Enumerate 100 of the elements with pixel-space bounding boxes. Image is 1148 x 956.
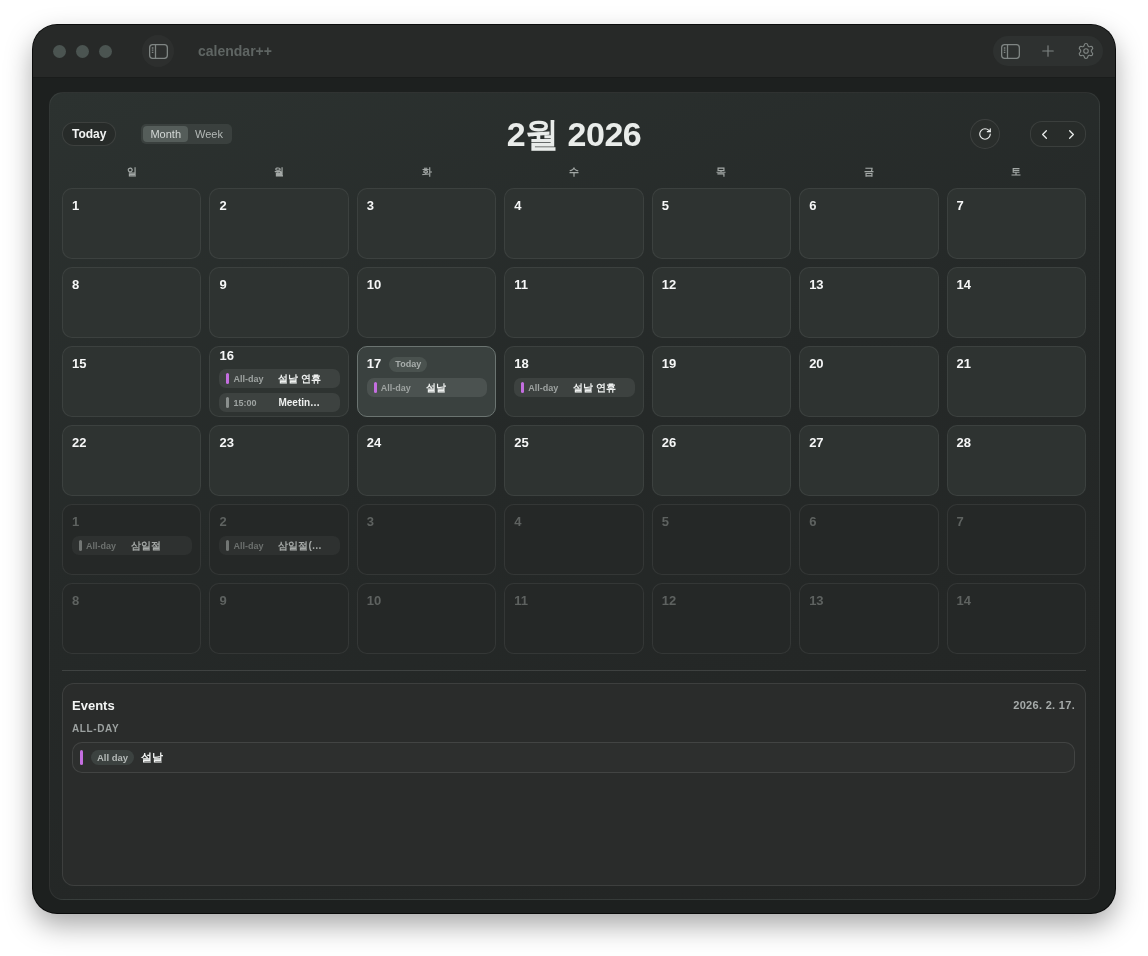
view-tab[interactable]: Week (188, 126, 230, 142)
day-number: 11 (514, 593, 529, 609)
section-heading: ALL-DAY (72, 722, 120, 735)
event-chip[interactable]: 15:00 Meetin… (219, 393, 340, 412)
day-cell[interactable]: 17 Today All-day 설날 (356, 346, 497, 417)
today-button[interactable]: Today (62, 122, 117, 146)
day-number: 8 (72, 277, 80, 293)
weekday-label: 화 (421, 165, 432, 179)
event-time: All-day (380, 382, 412, 393)
day-number: 19 (661, 356, 677, 372)
weekday-label: 목 (716, 165, 727, 179)
plus-icon (1039, 42, 1057, 60)
day-cell[interactable]: 10 (356, 267, 497, 338)
event-row[interactable]: All day 설날 (72, 742, 1075, 773)
weekday-label: 금 (863, 165, 874, 179)
day-number: 14 (956, 277, 972, 293)
day-number: 16 (219, 348, 234, 364)
day-number: 6 (809, 198, 817, 214)
view-tab[interactable]: Month (143, 126, 189, 142)
day-number: 13 (809, 593, 824, 609)
day-cell[interactable]: 18 All-day 설날 연휴 (504, 346, 644, 417)
event-title: 삼일절 (131, 538, 161, 553)
event-chip[interactable]: All-day 설날 연휴 (514, 378, 635, 397)
day-number: 15 (72, 356, 87, 372)
event-time: All-day (528, 382, 560, 393)
day-cell[interactable]: 3 (356, 188, 497, 259)
day-cell[interactable]: 14 (946, 267, 1086, 338)
day-cell[interactable]: 20 (799, 346, 939, 417)
app-title: calendar++ (198, 43, 272, 59)
day-cell[interactable]: 27 (799, 425, 939, 496)
day-cell[interactable]: 1 All-day 삼일절 (62, 504, 202, 575)
day-number: 10 (366, 593, 382, 609)
today-badge: Today (389, 356, 428, 372)
day-number: 21 (956, 356, 972, 372)
day-cell[interactable]: 11 (504, 267, 644, 338)
day-number: 2 (219, 198, 227, 214)
day-number: 11 (514, 277, 529, 293)
day-cell[interactable]: 28 (946, 425, 1086, 496)
day-number: 12 (661, 593, 677, 609)
day-number: 23 (219, 435, 234, 451)
event-title: 설날 연휴 (278, 371, 322, 386)
event-chip[interactable]: All-day 설날 연휴 (219, 369, 340, 388)
day-number: 6 (809, 514, 817, 530)
day-cell[interactable]: 26 (651, 425, 792, 496)
day-cell[interactable]: 8 (62, 267, 202, 338)
day-cell[interactable]: 6 (799, 188, 939, 259)
event-title: Meetin… (278, 397, 321, 408)
event-chip[interactable]: All-day 삼일절(… (219, 536, 340, 555)
day-cell[interactable]: 25 (504, 425, 644, 496)
day-cell[interactable]: 7 (946, 188, 1086, 259)
event-title: 설날 (425, 380, 446, 395)
events-title: Events (72, 697, 115, 713)
day-number: 3 (366, 198, 375, 214)
refresh-icon (978, 127, 992, 141)
day-number: 2 (219, 514, 227, 530)
settings-icon (1077, 42, 1095, 60)
weekday-label: 토 (1011, 165, 1022, 179)
day-number: 1 (72, 198, 80, 214)
day-cell[interactable]: 21 (946, 346, 1086, 417)
event-chip[interactable]: All-day 삼일절 (72, 536, 193, 555)
day-cell[interactable]: 15 (62, 346, 202, 417)
day-cell[interactable]: 1 (62, 188, 202, 259)
day-cell[interactable]: 23 (209, 425, 349, 496)
event-chip[interactable]: All-day 설날 (366, 378, 488, 397)
day-number: 7 (956, 198, 964, 214)
day-cell[interactable]: 19 (651, 346, 792, 417)
day-number: 25 (514, 435, 529, 451)
event-time: 15:00 (233, 397, 258, 408)
day-cell[interactable]: 2 All-day 삼일절(… (209, 504, 349, 575)
sidebar-toggle-button[interactable] (142, 35, 174, 67)
day-number: 24 (366, 435, 382, 451)
refresh-button[interactable] (970, 119, 1000, 149)
day-number: 5 (661, 514, 669, 530)
day-cell[interactable]: 4 (504, 188, 644, 259)
all-day-badge: All day (91, 750, 135, 765)
day-number: 3 (366, 514, 375, 530)
event-time: All-day (233, 540, 265, 551)
event-title: 삼일절(… (278, 538, 322, 553)
weekday-label: 수 (569, 165, 579, 179)
day-cell[interactable]: 12 (651, 267, 792, 338)
day-number: 4 (514, 198, 522, 214)
weekday-label: 일 (126, 165, 137, 179)
day-number: 20 (809, 356, 824, 372)
event-title: 설날 연휴 (573, 380, 617, 395)
day-cell[interactable]: 13 (799, 267, 939, 338)
day-number: 10 (366, 277, 382, 293)
day-cell[interactable]: 2 (209, 188, 349, 259)
month-title: 2월 2026 (506, 114, 642, 154)
day-cell[interactable]: 9 (209, 267, 349, 338)
day-number: 27 (809, 435, 824, 451)
day-number: 12 (661, 277, 677, 293)
sidebar-icon (1000, 43, 1020, 59)
day-cell[interactable]: 24 (356, 425, 497, 496)
day-number: 5 (661, 198, 669, 214)
day-cell[interactable]: 16 All-day 설날 연휴 15:00 Meetin… (209, 346, 349, 417)
day-cell[interactable]: 5 (651, 188, 792, 259)
day-number: 8 (72, 593, 80, 609)
day-number: 28 (956, 435, 972, 451)
day-number: 1 (72, 514, 80, 530)
day-cell[interactable]: 22 (62, 425, 202, 496)
